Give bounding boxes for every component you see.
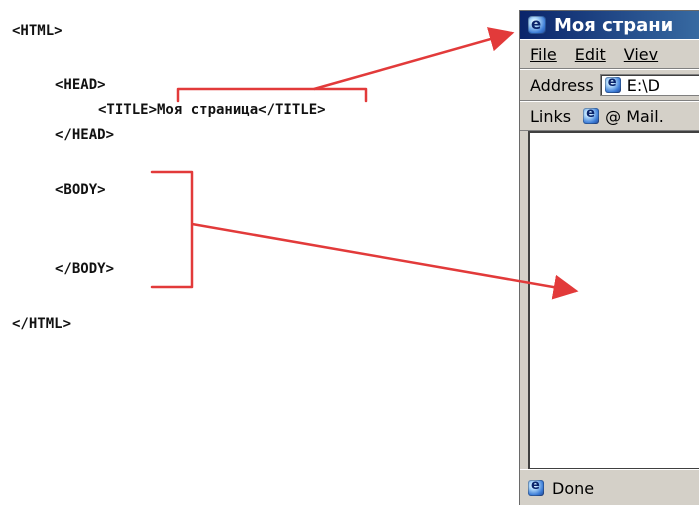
menu-edit[interactable]: Edit [575,45,606,64]
status-text: Done [552,478,595,498]
menu-view[interactable]: Viev [624,45,658,64]
ie-icon [528,15,546,34]
browser-menu-bar: File Edit Viev [520,39,699,69]
browser-statusbar: Done [520,469,699,505]
address-field[interactable]: E:\D [599,74,699,96]
code-head-open: <HEAD> [55,77,106,93]
menu-file[interactable]: File [530,45,557,64]
code-head-close: </HEAD> [55,127,115,143]
address-label: Address [530,75,594,95]
title-bracket [176,87,368,103]
browser-address-bar: Address E:\D [520,69,699,101]
browser-title-text: Моя страни [554,14,674,36]
browser-window: Моя страни File Edit Viev Address E:\D L… [519,10,699,505]
links-label: Links [530,106,572,126]
code-body-open: <BODY> [55,182,106,198]
links-item-text: @ Mail. [605,106,664,126]
links-item[interactable]: @ Mail. [583,106,664,126]
body-bracket [150,170,194,289]
ie-icon [528,478,544,496]
title-arrow [313,27,515,91]
address-value: E:\D [626,75,660,95]
code-body-close: </BODY> [55,261,115,277]
ie-icon [583,106,600,124]
browser-titlebar: Моя страни [520,11,699,39]
code-html-open: <HTML> [12,23,63,39]
ie-icon [604,75,621,93]
code-title-line: <TITLE>Моя страница</TITLE> [98,102,326,118]
code-html-close: </HTML> [12,316,72,332]
browser-content-area [528,131,699,469]
browser-links-bar: Links @ Mail. [520,101,699,131]
